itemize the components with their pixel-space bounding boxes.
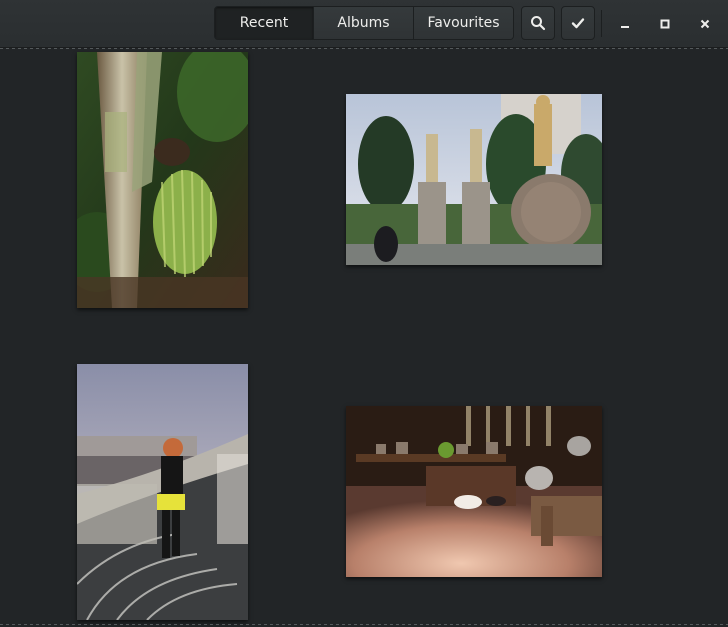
- tab-albums[interactable]: Albums: [314, 7, 414, 39]
- close-button[interactable]: [691, 10, 719, 38]
- maximize-button[interactable]: [651, 10, 679, 38]
- checkmark-icon: [571, 18, 585, 29]
- view-switcher: Recent Albums Favourites: [214, 6, 514, 40]
- footer-divider: [0, 624, 728, 625]
- tab-recent[interactable]: Recent: [215, 7, 314, 39]
- header-separator: [601, 10, 602, 37]
- minimize-icon: [621, 26, 629, 28]
- maximize-icon: [660, 19, 670, 29]
- header-bar: Recent Albums Favourites: [0, 0, 728, 48]
- photo-thumbnail[interactable]: [77, 364, 248, 620]
- photo-thumbnail[interactable]: [346, 406, 602, 577]
- header-divider: [0, 48, 728, 49]
- photo-thumbnail[interactable]: [346, 94, 602, 265]
- tab-favourites[interactable]: Favourites: [414, 7, 513, 39]
- close-icon: [700, 19, 710, 29]
- minimize-button[interactable]: [611, 10, 639, 38]
- search-icon: [531, 16, 546, 31]
- selection-mode-button[interactable]: [561, 6, 595, 40]
- photo-thumbnail[interactable]: [77, 52, 248, 308]
- search-button[interactable]: [521, 6, 555, 40]
